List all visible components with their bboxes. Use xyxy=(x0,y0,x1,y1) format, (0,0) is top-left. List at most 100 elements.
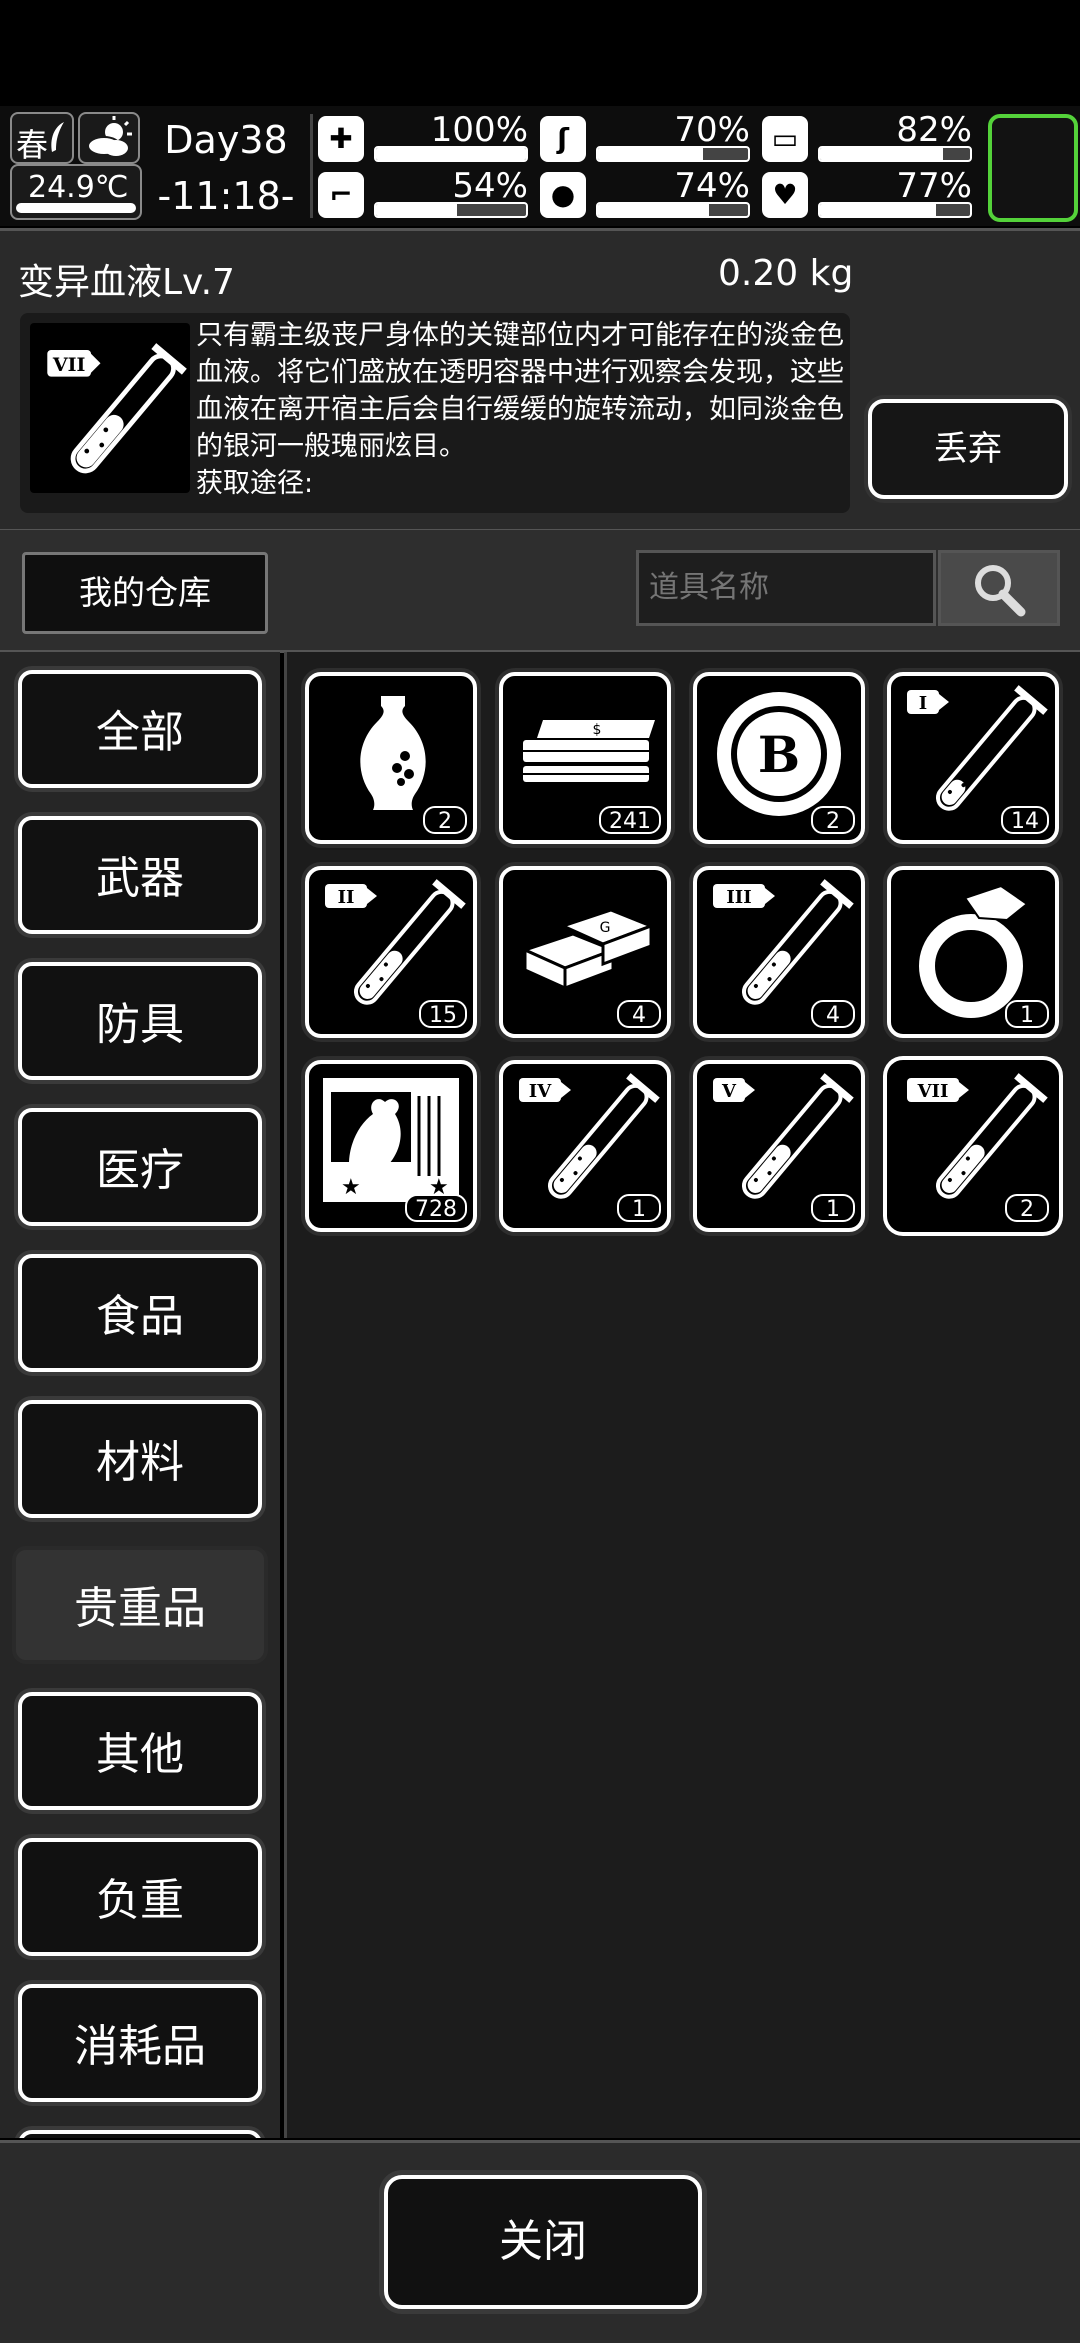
stat-bar xyxy=(818,202,972,218)
stat-bar xyxy=(596,202,750,218)
description-text: 只有霸主级丧尸身体的关键部位内才可能存在的淡金色血液。将它们盛放在透明容器中进行… xyxy=(196,320,844,462)
medkit-icon: ✚ xyxy=(318,116,364,162)
stat-value: 74% xyxy=(674,166,750,206)
stat-bar-fill xyxy=(598,148,703,160)
stat-value: 100% xyxy=(430,110,528,150)
stat-bar-fill xyxy=(376,148,526,160)
svg-text:I: I xyxy=(919,693,927,714)
stat-bar xyxy=(818,146,972,162)
close-button[interactable]: 关闭 xyxy=(384,2175,702,2309)
svg-text:V: V xyxy=(721,1081,737,1102)
inventory-slot[interactable]: 2 xyxy=(305,672,477,844)
category-tab[interactable]: 医疗 xyxy=(18,1108,262,1226)
svg-text:B: B xyxy=(758,725,800,784)
temperature-bar xyxy=(16,203,136,213)
item-quantity: 1 xyxy=(1005,1000,1049,1028)
inventory-slot[interactable]: 1 xyxy=(887,866,1059,1038)
svg-text:VII: VII xyxy=(917,1081,949,1102)
svg-text:III: III xyxy=(726,887,751,908)
my-warehouse-button[interactable]: 我的仓库 xyxy=(22,552,268,634)
inventory-slot[interactable]: G4 xyxy=(499,866,671,1038)
category-tab[interactable]: 贵重品 xyxy=(12,1546,268,1664)
svg-text:IV: IV xyxy=(529,1081,552,1102)
stat-bar-fill xyxy=(598,204,709,216)
boot-icon: ⌐ xyxy=(318,172,364,218)
item-detail-panel: 变异血液Lv.7 0.20 kg VII 只有霸主级丧尸身体的关键部位内才可能存… xyxy=(0,228,1080,532)
drop-button[interactable]: 丢弃 xyxy=(868,399,1068,499)
inventory-slot[interactable]: I 14 xyxy=(887,672,1059,844)
status-bar: 春 24.9℃ Day38 -11:18- ✚ 100% ʃ 70% ▭ 82% ⌐ 54% ●… xyxy=(0,106,1080,226)
category-tab[interactable]: 负重 xyxy=(18,1838,262,1956)
item-quantity: 1 xyxy=(811,1194,855,1222)
item-description: 只有霸主级丧尸身体的关键部位内才可能存在的淡金色血液。将它们盛放在透明容器中进行… xyxy=(196,317,846,502)
stat-bar xyxy=(374,202,528,218)
category-tab[interactable]: 食品 xyxy=(18,1254,262,1372)
inventory-slot[interactable]: II 15 xyxy=(305,866,477,1038)
item-quantity: 728 xyxy=(405,1194,467,1222)
inventory-slot[interactable]: B2 xyxy=(693,672,865,844)
stat-value: 82% xyxy=(896,110,972,150)
svg-text:G: G xyxy=(600,920,611,936)
inventory-slot[interactable]: III 4 xyxy=(693,866,865,1038)
item-weight: 0.20 kg xyxy=(718,253,854,294)
inventory-slot[interactable]: IV 1 xyxy=(499,1060,671,1232)
inventory-slot[interactable]: $241 xyxy=(499,672,671,844)
svg-text:VII: VII xyxy=(52,354,86,376)
item-quantity: 1 xyxy=(617,1194,661,1222)
stat-value: 70% xyxy=(674,110,750,150)
quick-slot[interactable] xyxy=(988,114,1078,222)
item-quantity: 2 xyxy=(423,806,467,834)
item-search-input[interactable] xyxy=(636,550,936,626)
item-quantity: 4 xyxy=(811,1000,855,1028)
svg-text:★: ★ xyxy=(341,1175,361,1200)
item-quantity: 14 xyxy=(1001,806,1049,834)
stomach-icon: ʃ xyxy=(540,116,586,162)
season-label: 春 xyxy=(16,126,49,164)
feather-icon xyxy=(51,122,64,152)
inventory-slot[interactable]: VII 2 xyxy=(887,1060,1059,1232)
svg-text:$: $ xyxy=(593,722,602,738)
item-quantity: 4 xyxy=(617,1000,661,1028)
stat-bar-fill xyxy=(820,204,936,216)
stat-bar-fill xyxy=(820,148,943,160)
time-label: -11:18- xyxy=(157,174,295,218)
weather-indicator xyxy=(78,112,140,164)
temperature-indicator: 24.9℃ xyxy=(10,164,142,220)
source-label: 获取途径: xyxy=(196,468,314,499)
category-tab[interactable]: 其他 xyxy=(18,1692,262,1810)
water-drop-icon: ● xyxy=(540,172,586,218)
item-description-box: VII 只有霸主级丧尸身体的关键部位内才可能存在的淡金色血液。将它们盛放在透明容… xyxy=(20,313,850,513)
pill-icon: ▭ xyxy=(762,116,808,162)
category-tab[interactable]: 防具 xyxy=(18,962,262,1080)
inventory-slot[interactable]: ★ ★ 728 xyxy=(305,1060,477,1232)
item-quantity: 241 xyxy=(599,806,661,834)
category-sidebar: 全部武器防具医疗食品材料贵重品其他负重消耗品 xyxy=(0,652,280,2138)
selected-item-image: VII xyxy=(30,323,190,493)
stat-bar xyxy=(374,146,528,162)
search-icon xyxy=(975,565,1026,617)
item-quantity: 15 xyxy=(419,1000,467,1028)
day-time-box: Day38 -11:18- xyxy=(150,110,302,220)
category-tab[interactable]: 全部 xyxy=(18,670,262,788)
item-quantity: 2 xyxy=(811,806,855,834)
temperature-label: 24.9℃ xyxy=(28,170,129,205)
test-tube-icon: VII xyxy=(47,343,187,474)
season-indicator: 春 xyxy=(10,112,74,164)
category-tab[interactable]: 消耗品 xyxy=(18,1984,262,2102)
search-button[interactable] xyxy=(938,550,1060,626)
stat-bar xyxy=(596,146,750,162)
stat-bar-fill xyxy=(376,204,457,216)
footer-bar: 关闭 xyxy=(0,2140,1080,2343)
category-tab[interactable]: 材料 xyxy=(18,1400,262,1518)
divider xyxy=(310,114,313,218)
item-name: 变异血液Lv.7 xyxy=(18,262,235,303)
stat-value: 54% xyxy=(452,166,528,206)
item-grid: 2 $241 B2 I 14 II 15 G 4 III 4 1 ★ ★ 728… xyxy=(284,652,1080,2138)
item-quantity: 2 xyxy=(1005,1194,1049,1222)
category-tab[interactable]: 武器 xyxy=(18,816,262,934)
heart-icon: ♥ xyxy=(762,172,808,218)
stat-value: 77% xyxy=(896,166,972,206)
inventory-slot[interactable]: V 1 xyxy=(693,1060,865,1232)
partly-cloudy-icon xyxy=(87,116,132,156)
category-tab[interactable] xyxy=(18,2130,262,2138)
